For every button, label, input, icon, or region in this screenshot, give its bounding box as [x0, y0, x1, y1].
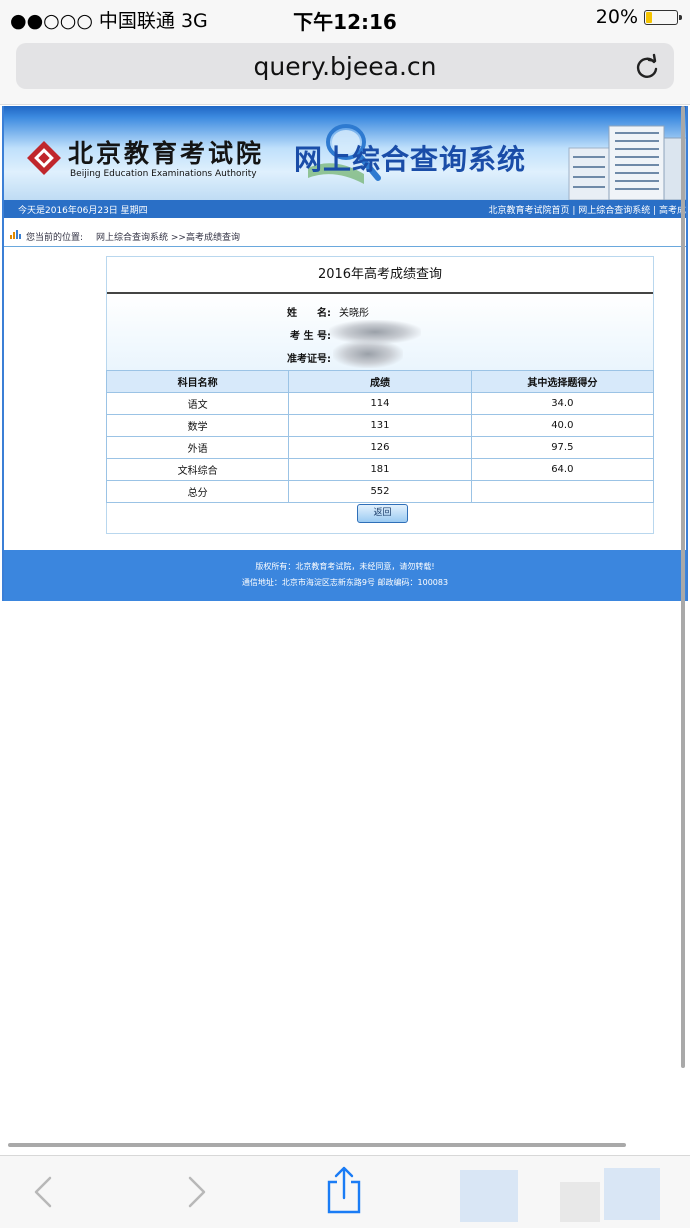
- logo-text-en: Beijing Education Examinations Authority: [70, 169, 257, 179]
- redacted-ticket-number: [333, 340, 403, 368]
- building-graphic-icon: [568, 125, 686, 200]
- footer-copyright: 版权所有：北京教育考试院，未经同意，请勿转载!: [255, 562, 435, 571]
- subject-cell: 语文: [105, 392, 290, 415]
- name-value: 关晓彤: [339, 308, 369, 319]
- site-footer: 版权所有：北京教育考试院，未经同意，请勿转载! 通信地址：北京市海淀区志新东路9…: [4, 550, 686, 601]
- current-date: 今天是2016年06月23日 星期四: [18, 206, 148, 216]
- header-choice-score: 其中选择题得分: [470, 370, 655, 393]
- subject-cell: 外语: [105, 436, 290, 459]
- score-cell: 181: [288, 458, 472, 481]
- exam-number-label: 考 生 号:: [290, 331, 331, 342]
- share-icon[interactable]: [322, 1164, 366, 1216]
- chevron-left-icon[interactable]: [22, 1170, 66, 1214]
- score-cell: 126: [288, 436, 472, 459]
- footer-address: 通信地址：北京市海淀区志新东路9号 邮政编码：100083: [241, 578, 449, 587]
- table-row-total: 总分 552: [105, 480, 655, 503]
- table-row: 文科综合 181 64.0: [105, 458, 655, 481]
- address-bar[interactable]: query.bjeea.cn: [16, 43, 674, 89]
- reload-icon[interactable]: [632, 51, 662, 81]
- breadcrumb-label: 您当前的位置:: [26, 233, 84, 243]
- page-title: 2016年高考成绩查询: [107, 257, 653, 294]
- bjeea-logo-icon: [27, 141, 61, 175]
- score-cell: 552: [288, 480, 472, 503]
- system-title: 网上综合查询系统: [294, 143, 527, 176]
- back-button[interactable]: 返回: [357, 504, 408, 523]
- breadcrumb-path[interactable]: 网上综合查询系统 >>高考成绩查询: [96, 230, 240, 243]
- subject-cell: 数学: [105, 414, 290, 437]
- bar-chart-icon: [10, 230, 21, 239]
- score-table: 科目名称 成绩 其中选择题得分 语文 114 34.0 数学 131 40.0 …: [105, 370, 655, 503]
- browser-toolbar: [0, 1155, 690, 1228]
- name-label: 姓 名:: [287, 308, 331, 319]
- battery-percent: 20%: [595, 6, 638, 28]
- web-page: 北京教育考试院 Beijing Education Examinations A…: [2, 106, 688, 601]
- choice-score-cell: 40.0: [470, 414, 655, 437]
- tabs-icon[interactable]: [604, 1168, 660, 1220]
- table-header-row: 科目名称 成绩 其中选择题得分: [105, 370, 655, 393]
- header-score: 成绩: [288, 370, 472, 393]
- address-bar-area: query.bjeea.cn: [0, 36, 690, 105]
- url-text[interactable]: query.bjeea.cn: [16, 52, 674, 81]
- bookmarks-icon[interactable]: [460, 1170, 518, 1222]
- site-banner: 北京教育考试院 Beijing Education Examinations A…: [4, 106, 686, 200]
- toolbar-smear: [560, 1182, 600, 1222]
- status-bar: ●●○○○ 中国联通 3G 下午12:16 20%: [0, 0, 690, 36]
- score-cell: 114: [288, 392, 472, 415]
- status-time: 下午12:16: [293, 10, 397, 34]
- choice-score-cell: [470, 480, 655, 503]
- top-nav-bar: 今天是2016年06月23日 星期四 北京教育考试院首页 | 网上综合查询系统 …: [4, 200, 686, 218]
- candidate-info: 姓 名: 关晓彤 考 生 号: 准考证号:: [107, 294, 653, 370]
- battery-fill: [646, 11, 653, 23]
- choice-score-cell: 64.0: [470, 458, 655, 481]
- nav-links[interactable]: 北京教育考试院首页 | 网上综合查询系统 | 高考成: [488, 203, 686, 216]
- vertical-scroll-indicator: [681, 106, 685, 1068]
- subject-cell: 总分: [105, 480, 290, 503]
- table-row: 数学 131 40.0: [105, 414, 655, 437]
- table-row: 外语 126 97.5: [105, 436, 655, 459]
- chevron-right-icon[interactable]: [174, 1170, 218, 1214]
- choice-score-cell: 97.5: [470, 436, 655, 459]
- score-panel: 2016年高考成绩查询 姓 名: 关晓彤 考 生 号: 准考证号: 科目名称 成…: [105, 256, 655, 534]
- choice-score-cell: 34.0: [470, 392, 655, 415]
- battery-icon: [644, 9, 682, 25]
- subject-cell: 文科综合: [105, 458, 290, 481]
- breadcrumb: 您当前的位置: 网上综合查询系统 >>高考成绩查询: [4, 224, 686, 247]
- ticket-number-label: 准考证号:: [287, 354, 331, 365]
- battery-indicator: 20%: [595, 6, 682, 28]
- score-cell: 131: [288, 414, 472, 437]
- header-subject: 科目名称: [105, 370, 290, 393]
- table-row: 语文 114 34.0: [105, 392, 655, 415]
- logo-text-cn: 北京教育考试院: [68, 139, 265, 168]
- horizontal-scroll-indicator: [8, 1143, 626, 1147]
